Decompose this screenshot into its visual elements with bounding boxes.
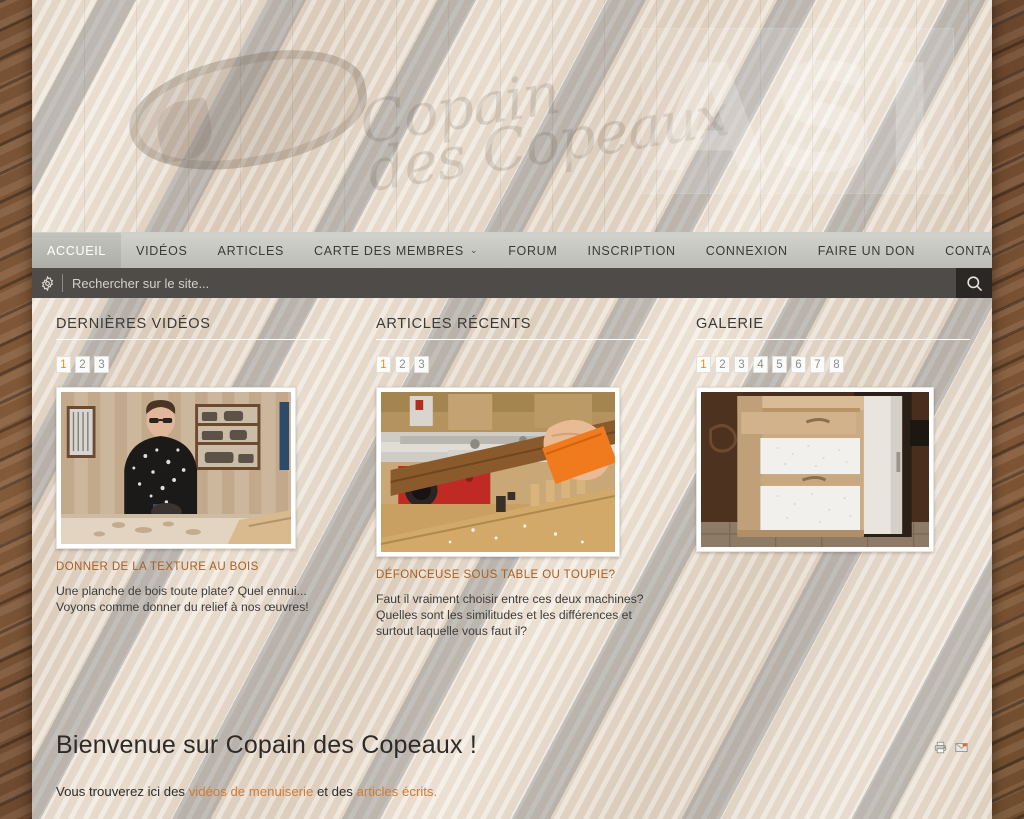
link-articles-ecrits[interactable]: articles écrits.	[357, 784, 438, 799]
gallery-thumbnail[interactable]	[696, 387, 934, 552]
video-item-description: Une planche de bois toute plate? Quel en…	[56, 584, 309, 614]
pager-page-3[interactable]: 3	[734, 356, 749, 373]
article-thumbnail-image	[381, 392, 615, 552]
printer-icon[interactable]	[934, 741, 947, 754]
welcome-text-1a: Vous trouverez ici des	[56, 784, 189, 799]
video-thumbnail[interactable]	[56, 387, 296, 549]
welcome-section: Bienvenue sur Copain des Copeaux ! Vous …	[32, 731, 992, 819]
nav-item-label: FORUM	[508, 243, 558, 258]
gallery-thumbnail-image	[701, 392, 929, 547]
video-thumbnail-image	[61, 392, 291, 544]
pager-page-1[interactable]: 1	[696, 356, 711, 373]
column-title-gallery: GALERIE	[696, 316, 970, 340]
pager-page-3[interactable]: 3	[414, 356, 429, 373]
nav-item-label: CARTE DES MEMBRES	[314, 243, 464, 258]
column-gallery: GALERIE 12345678	[672, 316, 992, 639]
pager-page-7[interactable]: 7	[810, 356, 825, 373]
article-item-title[interactable]: DÉFONCEUSE SOUS TABLE OU TOUPIE?	[376, 569, 650, 581]
nav-item-vid-os[interactable]: VIDÉOS	[121, 233, 202, 268]
nav-item-label: FAIRE UN DON	[817, 243, 916, 258]
nav-item-articles[interactable]: ARTICLES	[203, 233, 300, 268]
pager-page-3[interactable]: 3	[94, 356, 109, 373]
search-icon[interactable]	[956, 268, 992, 298]
pager-page-1[interactable]: 1	[376, 356, 391, 373]
article-item-description: Faut il vraiment choisir entre ces deux …	[376, 592, 644, 638]
pager-page-8[interactable]: 8	[829, 356, 844, 373]
search-input[interactable]	[63, 268, 956, 298]
banner-logo-mark-text: ASI	[653, 33, 942, 205]
pager-page-4[interactable]: 4	[753, 356, 768, 373]
pager-page-5[interactable]: 5	[772, 356, 787, 373]
nav-item-contact[interactable]: CONTACT	[930, 233, 992, 268]
nav-item-connexion[interactable]: CONNEXION	[691, 233, 803, 268]
pager-gallery[interactable]: 12345678	[696, 356, 970, 373]
nav-item-label: CONTACT	[945, 243, 992, 258]
pager-articles[interactable]: 123	[376, 356, 650, 373]
link-videos-menuiserie[interactable]: vidéos de menuiserie	[189, 784, 314, 799]
main-navigation[interactable]: ACCUEIL VIDÉOS ARTICLES CARTE DES MEMBRES ⌄ F…	[32, 232, 992, 268]
page-tools	[934, 741, 968, 754]
pager-page-2[interactable]: 2	[395, 356, 410, 373]
article-thumbnail[interactable]	[376, 387, 620, 557]
nav-item-forum[interactable]: FORUM	[493, 233, 572, 268]
page-wrapper: Copain des Copeaux ASI ACCUEIL VIDÉOS ARTI…	[32, 0, 992, 819]
site-banner: Copain des Copeaux ASI	[32, 0, 992, 232]
pager-videos[interactable]: 123	[56, 356, 330, 373]
column-articles: ARTICLES RÉCENTS 123 DÉFONCEUSE SOUS TAB…	[352, 316, 672, 639]
nav-item-faire-un-don[interactable]: FAIRE UN DON	[803, 233, 930, 268]
nav-item-label: VIDÉOS	[136, 243, 188, 258]
pager-page-2[interactable]: 2	[715, 356, 730, 373]
gear-icon[interactable]	[32, 275, 62, 291]
pager-page-6[interactable]: 6	[791, 356, 806, 373]
pager-page-2[interactable]: 2	[75, 356, 90, 373]
welcome-text-1b: et des	[313, 784, 357, 799]
page-title: Bienvenue sur Copain des Copeaux !	[56, 731, 477, 759]
nav-item-accueil[interactable]: ACCUEIL	[32, 233, 122, 268]
nav-item-carte-des-membres[interactable]: CARTE DES MEMBRES ⌄	[299, 233, 493, 268]
nav-item-label: INSCRIPTION	[587, 243, 676, 258]
nav-item-inscription[interactable]: INSCRIPTION	[573, 233, 691, 268]
column-title-articles: ARTICLES RÉCENTS	[376, 316, 650, 340]
video-item-title[interactable]: DONNER DE LA TEXTURE AU BOIS	[56, 561, 330, 573]
welcome-paragraph-1: Vous trouverez ici des vidéos de menuise…	[56, 784, 968, 799]
nav-item-label: ACCUEIL	[47, 243, 107, 258]
banner-logo-mark: ASI	[642, 28, 954, 205]
pager-page-1[interactable]: 1	[56, 356, 71, 373]
chevron-down-icon: ⌄	[469, 245, 479, 255]
column-videos: DERNIÈRES VIDÉOS 123 DONNER DE LA TEXTUR…	[32, 316, 352, 639]
column-title-videos: DERNIÈRES VIDÉOS	[56, 316, 330, 340]
nav-item-label: ARTICLES	[217, 243, 285, 258]
nav-item-label: CONNEXION	[705, 243, 788, 258]
search-bar[interactable]	[32, 268, 992, 298]
email-icon[interactable]	[955, 741, 968, 754]
content-columns: DERNIÈRES VIDÉOS 123 DONNER DE LA TEXTUR…	[32, 298, 992, 639]
